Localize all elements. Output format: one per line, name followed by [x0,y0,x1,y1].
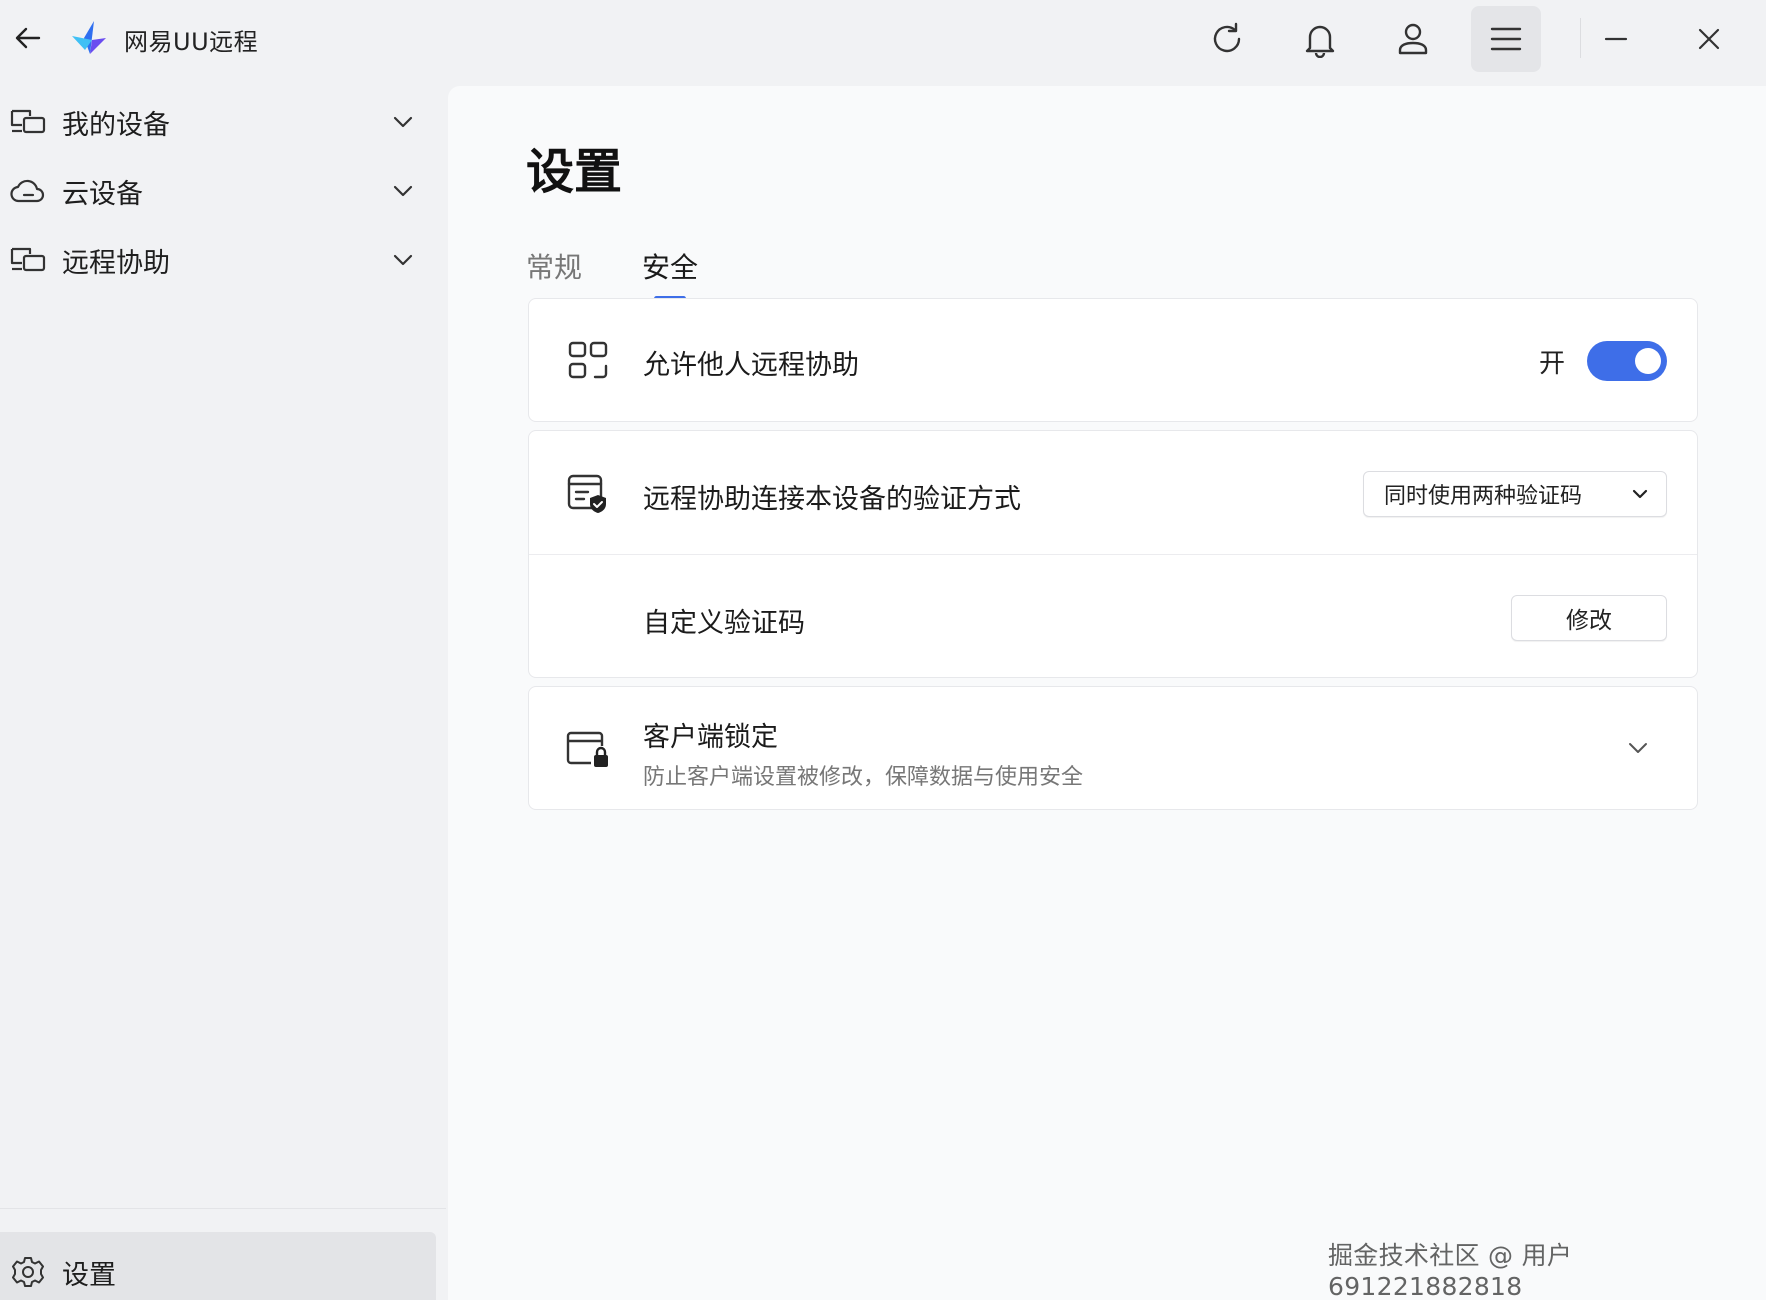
devices-icon [10,104,46,140]
allow-remote-card: 允许他人远程协助 开 [528,298,1698,422]
chevron-down-icon[interactable] [388,176,418,206]
sidebar-item-label: 我的设备 [62,109,170,141]
sidebar-item-label: 远程协助 [62,247,170,279]
main-content: 设置 常规 安全 允许他人远程协助 开 远程协助连接本设备的验证方式 同时使用两… [448,86,1766,1300]
client-lock-description: 防止客户端设置被修改，保障数据与使用安全 [643,765,1084,790]
sidebar-item-remote-assist[interactable]: 远程协助 [0,227,446,293]
verification-method-select[interactable]: 同时使用两种验证码 [1363,471,1667,517]
tab-general[interactable]: 常规 [526,246,582,286]
sidebar-item-my-devices[interactable]: 我的设备 [0,89,446,155]
remote-assist-icon [10,242,46,278]
toggle-state-label: 开 [1539,349,1566,379]
sidebar-divider [0,1208,446,1209]
app-logo-icon [70,18,110,58]
bell-icon [1305,25,1335,58]
cloud-icon [10,173,46,209]
back-arrow-icon[interactable] [8,18,48,58]
refresh-button[interactable] [1192,6,1262,72]
minimize-icon [1604,37,1628,41]
chevron-down-icon[interactable] [388,245,418,275]
menu-icon [1490,27,1522,51]
settings-label: 设置 [62,1259,116,1291]
client-lock-card[interactable]: 客户端锁定 防止客户端设置被修改，保障数据与使用安全 [528,686,1698,810]
notifications-button[interactable] [1285,6,1355,72]
toggle-knob [1635,348,1661,374]
scan-frame-icon [563,335,613,385]
close-button[interactable] [1674,6,1744,72]
shield-document-icon [563,469,613,519]
chevron-down-icon[interactable] [1623,733,1653,763]
close-icon [1698,28,1720,50]
chevron-down-icon [1628,482,1652,506]
sidebar-item-settings[interactable]: 设置 [0,1232,436,1300]
gear-icon [10,1254,46,1290]
allow-remote-label: 允许他人远程协助 [643,350,859,381]
title-bar: 网易UU远程 [0,0,1766,86]
select-value: 同时使用两种验证码 [1384,484,1583,509]
chevron-down-icon[interactable] [388,107,418,137]
user-icon [1398,23,1428,55]
custom-code-label: 自定义验证码 [643,608,805,639]
app-title: 网易UU远程 [124,28,259,56]
client-lock-label: 客户端锁定 [643,722,778,753]
sidebar-item-cloud-devices[interactable]: 云设备 [0,158,446,224]
lock-window-icon [563,725,613,775]
sidebar-item-label: 云设备 [62,178,143,210]
modify-code-button[interactable]: 修改 [1511,595,1667,641]
minimize-button[interactable] [1581,6,1651,72]
tab-security[interactable]: 安全 [642,246,698,286]
sidebar: 我的设备 云设备 远程协助 设置 [0,86,446,1300]
verification-label: 远程协助连接本设备的验证方式 [643,484,1021,515]
main-menu-button[interactable] [1471,6,1541,72]
verification-card: 远程协助连接本设备的验证方式 同时使用两种验证码 自定义验证码 修改 [528,430,1698,678]
refresh-icon [1213,22,1241,53]
page-title: 设置 [526,144,623,200]
watermark: 掘金技术社区 @ 用户691221882818 [1328,1241,1573,1300]
account-button[interactable] [1378,6,1448,72]
allow-remote-toggle[interactable] [1587,341,1667,381]
